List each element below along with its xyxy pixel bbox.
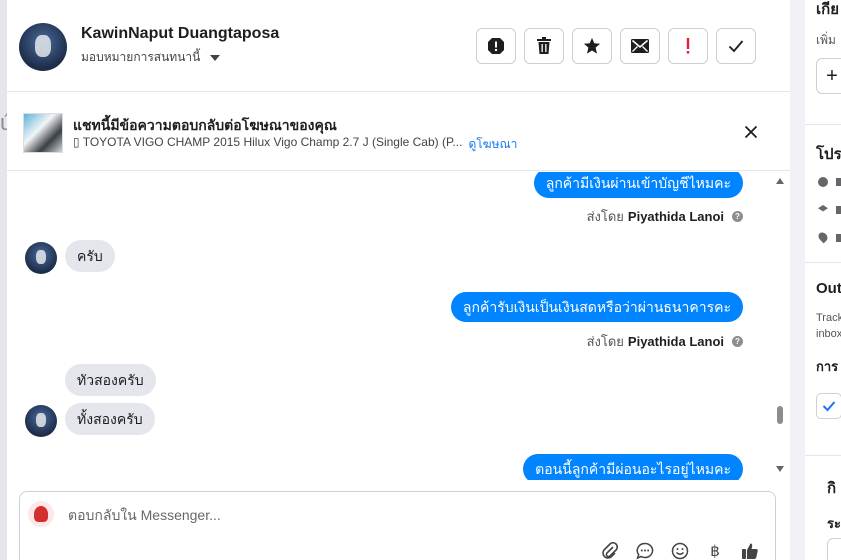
message-bubble-out[interactable]: ลูกค้ารับเงินเป็นเงินสดหรือว่าผ่านธนาคาร… <box>450 292 743 322</box>
panel-add-text: เพิ่ม <box>816 33 836 47</box>
info-icon[interactable]: ? <box>732 211 743 222</box>
mail-icon <box>631 39 649 53</box>
scrollbar-thumb[interactable] <box>777 406 783 424</box>
ad-banner-subtitle: ▯ TOYOTA VIGO CHAMP 2015 Hilux Vigo Cham… <box>73 135 517 154</box>
sender-name: Piyathida Lanoi <box>627 209 724 224</box>
message-list[interactable]: ลูกค้ามีเงินผ่านเข้าบัญชีไหมคะ ส่งโดย Pi… <box>7 172 790 480</box>
info-icon[interactable]: ? <box>732 336 743 347</box>
message-bubble-out[interactable]: ตอนนี้ลูกค้ามีผ่อนอะไรอยู่ไหมคะ <box>523 454 743 480</box>
contact-name[interactable]: KawinNaput Duangtaposa <box>81 25 279 43</box>
outcome-desc-line2: inbox <box>816 328 841 340</box>
contact-details-panel: เกีย เพิ่ม + โปร Out Track inbox การ กิ … <box>805 0 841 560</box>
spam-icon <box>488 38 504 54</box>
location-pin-icon <box>816 230 830 244</box>
page-avatar <box>28 501 54 527</box>
important-button[interactable] <box>668 28 708 64</box>
baht-icon: ฿ <box>710 543 720 560</box>
chat-icon <box>636 542 654 560</box>
ad-banner-title: แชทนี้มีข้อความตอบกลับต่อโฆษณาของคุณ <box>73 117 337 133</box>
attach-icon <box>602 542 618 559</box>
sent-by-prefix: ส่งโดย <box>586 334 624 349</box>
sent-by-label: ส่งโดย Piyathida Lanoi ? <box>587 331 743 352</box>
profile-heading: โปร <box>816 146 841 163</box>
assign-dropdown[interactable]: มอบหมายการสนทนานี้ <box>81 48 221 67</box>
section-heading: กิ <box>827 480 837 497</box>
assign-label: มอบหมายการสนทนานี้ <box>81 50 201 64</box>
delete-button[interactable] <box>524 28 564 64</box>
ad-name: ▯ TOYOTA VIGO CHAMP 2015 Hilux Vigo Cham… <box>73 135 463 149</box>
close-banner-button[interactable] <box>740 121 762 143</box>
left-edge: ú <box>0 110 7 135</box>
contact-avatar-small <box>25 405 57 437</box>
emoji-icon <box>671 542 689 560</box>
check-icon <box>728 40 744 53</box>
emoji-button[interactable] <box>670 541 690 560</box>
panel-heading: เกีย <box>816 1 839 18</box>
panel-gap <box>790 0 805 560</box>
saved-replies-button[interactable] <box>635 541 655 560</box>
mark-unread-button[interactable] <box>620 28 660 64</box>
profile-detail-text <box>836 206 841 214</box>
important-icon <box>686 38 690 54</box>
message-bubble-in[interactable]: ครับ <box>65 240 115 272</box>
outcome-checkbox[interactable] <box>816 393 841 419</box>
scroll-down-arrow[interactable] <box>776 466 784 472</box>
reply-composer: ฿ <box>19 491 776 560</box>
profile-detail-text <box>836 234 841 242</box>
ad-reply-banner: แชทนี้มีข้อความตอบกลับต่อโฆษณาของคุณ ▯ T… <box>7 93 790 171</box>
ad-thumbnail <box>23 113 63 153</box>
message-bubble-out[interactable]: ลูกค้ามีเงินผ่านเข้าบัญชีไหมคะ <box>533 172 743 198</box>
reply-input[interactable] <box>68 507 668 523</box>
section-input[interactable] <box>827 538 841 560</box>
payment-button[interactable]: ฿ <box>705 541 725 560</box>
conversation-header: KawinNaput Duangtaposa มอบหมายการสนทนานี… <box>7 0 790 92</box>
plus-icon: + <box>826 64 838 87</box>
attach-button[interactable] <box>600 541 620 560</box>
star-button[interactable] <box>572 28 612 64</box>
profile-detail-text <box>836 178 841 186</box>
sent-by-prefix: ส่งโดย <box>586 209 624 224</box>
conversation-panel: KawinNaput Duangtaposa มอบหมายการสนทนานี… <box>7 0 790 560</box>
trash-icon <box>537 37 551 54</box>
check-icon <box>822 401 836 412</box>
sent-by-label: ส่งโดย Piyathida Lanoi ? <box>587 206 743 227</box>
contact-avatar-small <box>25 242 57 274</box>
mark-done-button[interactable] <box>716 28 756 64</box>
divider <box>805 455 841 456</box>
spam-button[interactable] <box>476 28 516 64</box>
close-icon <box>744 125 758 139</box>
sender-name: Piyathida Lanoi <box>627 334 724 349</box>
outcome-subheading: การ <box>816 359 839 374</box>
view-ad-link[interactable]: ดูโฆษณา <box>468 135 517 154</box>
divider <box>805 124 841 125</box>
education-icon <box>818 205 828 212</box>
add-label-button[interactable]: + <box>816 58 841 94</box>
star-icon <box>583 37 601 54</box>
contact-avatar[interactable] <box>19 23 67 71</box>
like-button[interactable] <box>740 541 760 560</box>
thumbs-up-icon <box>742 543 758 559</box>
caret-down-icon <box>210 54 221 61</box>
scroll-up-arrow[interactable] <box>776 178 784 184</box>
outcome-desc-line1: Track <box>816 312 841 324</box>
message-bubble-in[interactable]: ทัวสองครับ <box>65 364 156 396</box>
clock-icon <box>818 177 828 187</box>
section-subheading: ระ <box>827 516 841 531</box>
outcome-heading: Out <box>816 280 841 297</box>
message-bubble-in[interactable]: ทั้งสองครับ <box>65 403 155 435</box>
divider <box>805 262 841 263</box>
